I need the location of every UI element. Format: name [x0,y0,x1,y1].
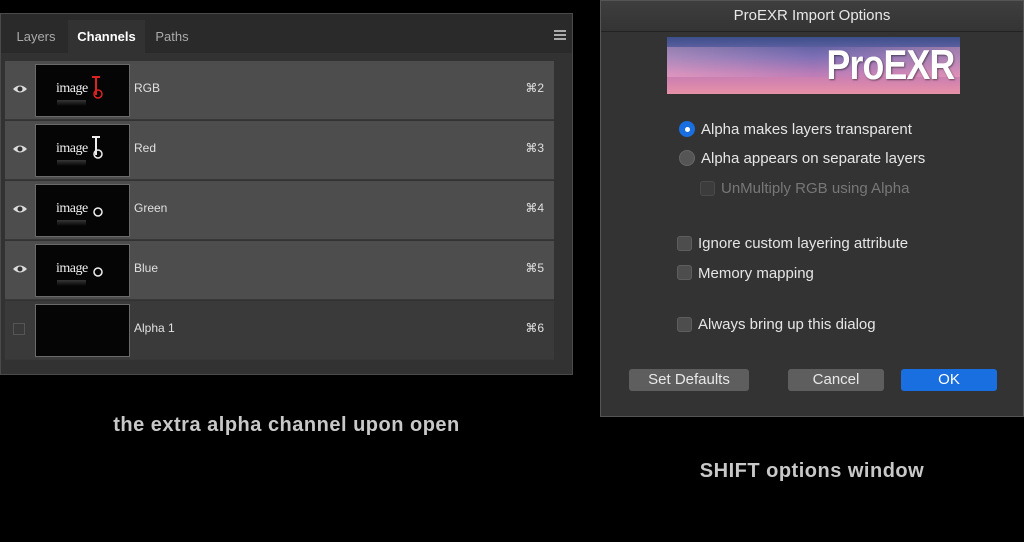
channel-name: RGB [134,81,161,95]
label-ignore-layering[interactable]: Ignore custom layering attribute [698,235,908,252]
checkbox-always-dialog[interactable] [677,317,692,332]
tab-channels[interactable]: Channels [68,20,145,53]
channel-thumbnail: image [35,64,130,117]
banner-logo-text: ProEXR [826,41,955,88]
proexr-banner: ProEXR [667,37,960,94]
channel-thumbnail [35,304,130,357]
channel-name: Green [134,201,168,215]
panel-menu-icon[interactable] [554,30,566,40]
channel-row-rgb[interactable]: image RGB ⌘2 [5,61,554,120]
label-always-dialog[interactable]: Always bring up this dialog [698,316,876,333]
label-unmultiply: UnMultiply RGB using Alpha [721,180,910,197]
radio-alpha-separate[interactable] [679,150,695,166]
channel-shortcut: ⌘6 [525,321,544,335]
ok-button[interactable]: OK [901,369,997,391]
channel-shortcut: ⌘2 [525,81,544,95]
set-defaults-button[interactable]: Set Defaults [629,369,749,391]
eye-icon[interactable] [12,83,28,95]
dialog-title: ProEXR Import Options [601,1,1023,32]
white-cursor-icon [92,136,103,159]
label-alpha-transparent[interactable]: Alpha makes layers transparent [701,121,912,138]
eye-icon[interactable] [12,263,28,275]
channel-name: Blue [134,261,159,275]
caption-dialog: SHIFT options window [699,460,925,482]
thumbnail-text: image [56,201,88,226]
panel-tab-bar: Layers Channels Paths [1,14,572,53]
proexr-import-dialog: ProEXR Import Options ProEXR Alpha makes… [600,0,1024,417]
channel-shortcut: ⌘3 [525,141,544,155]
channels-panel: Layers Channels Paths image RGB ⌘2 image… [0,13,573,375]
thumbnail-text: image [56,81,88,106]
tab-paths[interactable]: Paths [145,20,199,53]
channel-shortcut: ⌘5 [525,261,544,275]
label-alpha-separate[interactable]: Alpha appears on separate layers [701,150,925,167]
channel-thumbnail: image [35,184,130,237]
channel-name: Alpha 1 [134,321,175,335]
thumbnail-text: image [56,141,88,166]
glyph-icon [93,207,103,217]
tab-layers[interactable]: Layers [6,20,66,53]
checkbox-ignore-layering[interactable] [677,236,692,251]
cancel-button[interactable]: Cancel [788,369,884,391]
eye-icon[interactable] [12,203,28,215]
visibility-toggle[interactable] [13,323,25,335]
channel-row-blue[interactable]: image Blue ⌘5 [5,241,554,300]
channel-row-alpha[interactable]: Alpha 1 ⌘6 [5,301,554,360]
channel-row-green[interactable]: image Green ⌘4 [5,181,554,240]
checkbox-memory-mapping[interactable] [677,265,692,280]
glyph-icon [93,267,103,277]
channel-thumbnail: image [35,244,130,297]
channel-thumbnail: image [35,124,130,177]
channel-shortcut: ⌘4 [525,201,544,215]
red-cursor-icon [92,76,103,99]
caption-channels: the extra alpha channel upon open [113,414,460,436]
channel-name: Red [134,141,157,155]
channel-row-red[interactable]: image Red ⌘3 [5,121,554,180]
checkbox-unmultiply[interactable] [700,181,715,196]
radio-alpha-transparent[interactable] [679,121,695,137]
label-memory-mapping[interactable]: Memory mapping [698,265,814,282]
eye-icon[interactable] [12,143,28,155]
thumbnail-text: image [56,261,88,286]
